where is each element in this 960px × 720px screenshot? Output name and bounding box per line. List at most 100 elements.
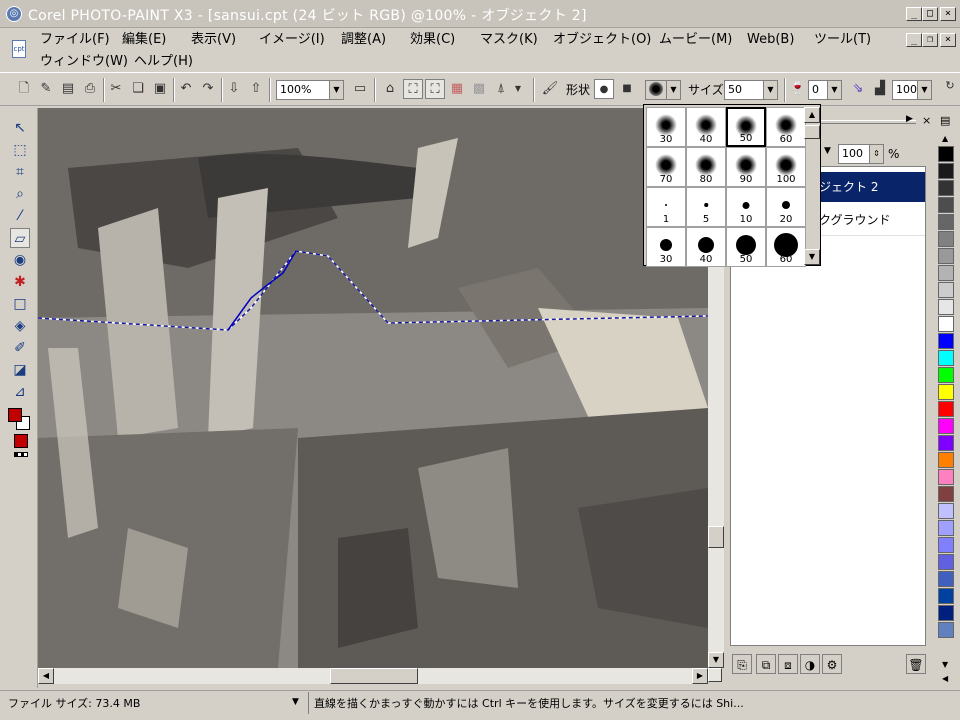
reset-colors-icon[interactable]	[14, 452, 28, 457]
open-icon[interactable]: ✎	[36, 79, 56, 99]
palette-swatch[interactable]	[938, 180, 954, 196]
square-nib-icon[interactable]: ■	[617, 79, 637, 99]
nib-option[interactable]: 1	[646, 187, 686, 227]
palette-swatch[interactable]	[938, 605, 954, 621]
nib-option[interactable]: 5	[686, 187, 726, 227]
palette-expand-icon[interactable]: ◀	[942, 674, 948, 683]
delete-object-icon[interactable]: 🗑	[906, 654, 926, 674]
size-input[interactable]: 50 ▼	[724, 80, 778, 100]
nib-option[interactable]: 30	[646, 227, 686, 267]
nib-option[interactable]: 90	[726, 147, 766, 187]
palette-swatch[interactable]	[938, 503, 954, 519]
close-button[interactable]: ×	[940, 7, 956, 21]
nib-option[interactable]: 40	[686, 107, 726, 147]
object-properties-icon[interactable]: ⚙	[822, 654, 842, 674]
menu-edit[interactable]: 編集(E)	[122, 31, 166, 49]
full-screen-icon[interactable]: ▭	[350, 79, 370, 99]
nib-option[interactable]: 100	[766, 147, 806, 187]
zoom-tool-icon[interactable]: ⌕	[10, 184, 30, 204]
menu-object[interactable]: オブジェクト(O)	[553, 31, 651, 49]
pick-tool-icon[interactable]: ↖	[10, 118, 30, 138]
paste-icon[interactable]: ▣	[150, 79, 170, 99]
new-document-icon[interactable]: 🗋	[14, 79, 34, 99]
nib-option[interactable]: 50	[726, 107, 766, 147]
nib-option[interactable]: 60	[766, 107, 806, 147]
show-object-marquee-icon[interactable]: ⛶	[403, 79, 423, 99]
nib-picker[interactable]: ▼	[645, 80, 681, 100]
nib-option[interactable]: 60	[766, 227, 806, 267]
transparency-input[interactable]: 0 ▼	[808, 80, 842, 100]
chevron-down-icon[interactable]: ▼	[666, 81, 680, 99]
popup-scroll-down-icon[interactable]: ▼	[804, 249, 820, 265]
horizontal-scroll-thumb[interactable]	[330, 668, 418, 684]
copy-icon[interactable]: ❏	[128, 79, 148, 99]
chevron-down-icon[interactable]: ▼	[329, 81, 343, 99]
mask-tool-icon[interactable]: ⬚	[10, 140, 30, 160]
spinner-icon[interactable]: ⇕	[869, 145, 883, 163]
palette-swatch[interactable]	[938, 401, 954, 417]
nib-option[interactable]: 30	[646, 107, 686, 147]
popup-scroll-thumb[interactable]	[804, 125, 820, 139]
palette-swatch[interactable]	[938, 299, 954, 315]
fill-color-swatch[interactable]	[14, 434, 28, 448]
chevron-down-icon[interactable]: ▼	[763, 81, 777, 99]
effect-tool-icon[interactable]: ◪	[10, 360, 30, 380]
palette-swatch[interactable]	[938, 384, 954, 400]
palette-scroll-up-icon[interactable]: ▲	[942, 134, 948, 143]
chevron-down-icon[interactable]: ▼	[827, 81, 841, 99]
save-icon[interactable]: ▤	[58, 79, 78, 99]
export-icon[interactable]: ⇧	[246, 79, 266, 99]
menu-effects[interactable]: 効果(C)	[410, 31, 455, 49]
palette-swatch[interactable]	[938, 231, 954, 247]
doc-restore-button[interactable]: ❐	[922, 33, 938, 47]
palette-swatch[interactable]	[938, 435, 954, 451]
paint-color-swatch[interactable]	[8, 408, 22, 422]
palette-swatch[interactable]	[938, 146, 954, 162]
status-dropdown-icon[interactable]: ▼	[292, 697, 299, 707]
palette-scroll-down-icon[interactable]: ▼	[942, 660, 948, 669]
palette-swatch[interactable]	[938, 571, 954, 587]
palette-swatch[interactable]	[938, 588, 954, 604]
red-eye-tool-icon[interactable]: ◉	[10, 250, 30, 270]
palette-swatch[interactable]	[938, 350, 954, 366]
nib-option[interactable]: 80	[686, 147, 726, 187]
new-object-icon[interactable]: ⎘	[732, 654, 752, 674]
crop-tool-icon[interactable]: ⌗	[10, 162, 30, 182]
docker-grip[interactable]	[820, 120, 916, 124]
nib-option[interactable]: 40	[686, 227, 726, 267]
nib-option[interactable]: 20	[766, 187, 806, 227]
eraser-tool-icon[interactable]: ▱	[10, 228, 30, 248]
menu-tools[interactable]: ツール(T)	[814, 31, 871, 49]
undo-icon[interactable]: ↶	[176, 79, 196, 99]
refresh-icon[interactable]: ↻	[940, 76, 960, 96]
palette-swatch[interactable]	[938, 333, 954, 349]
zoom-combo[interactable]: 100% ▼	[276, 80, 344, 100]
fill-tool-icon[interactable]: ◈	[10, 316, 30, 336]
docker-arrow-icon[interactable]: ▶	[906, 114, 913, 124]
chevron-down-icon[interactable]: ▼	[917, 81, 931, 99]
combine-objects-icon[interactable]: ⧈	[778, 654, 798, 674]
round-nib-icon[interactable]: ●	[594, 79, 614, 99]
paint-tool-icon[interactable]: ✐	[10, 338, 30, 358]
rectangle-tool-icon[interactable]: □	[10, 294, 30, 314]
chevron-down-icon[interactable]: ▼	[511, 79, 525, 99]
docker-close-icon[interactable]: ×	[922, 114, 931, 127]
nib-option[interactable]: 70	[646, 147, 686, 187]
paint-brush-icon[interactable]: 🖌	[540, 79, 560, 99]
scroll-left-icon[interactable]: ◀	[38, 668, 54, 684]
scroll-right-icon[interactable]: ▶	[692, 668, 708, 684]
palette-swatch[interactable]	[938, 452, 954, 468]
palette-swatch[interactable]	[938, 418, 954, 434]
palette-swatch[interactable]	[938, 282, 954, 298]
scroll-down-icon[interactable]: ▼	[708, 652, 724, 668]
palette-swatch[interactable]	[938, 367, 954, 383]
horizontal-scrollbar[interactable]: ◀ ▶	[38, 668, 708, 684]
doc-minimize-button[interactable]: _	[906, 33, 922, 47]
nib-option[interactable]: 50	[726, 227, 766, 267]
doc-close-button[interactable]: ×	[940, 33, 956, 47]
brush-settings-icon[interactable]: ⍋	[491, 79, 511, 99]
new-lens-icon[interactable]: ⧉	[756, 654, 776, 674]
palette-swatch[interactable]	[938, 486, 954, 502]
nib-size-popup[interactable]: 30 40 50 60 70 80 90 100 1 5 10 20 30 40 50 60 ▲ ▼	[643, 104, 821, 267]
interactive-tool-icon[interactable]: ⊿	[10, 382, 30, 402]
